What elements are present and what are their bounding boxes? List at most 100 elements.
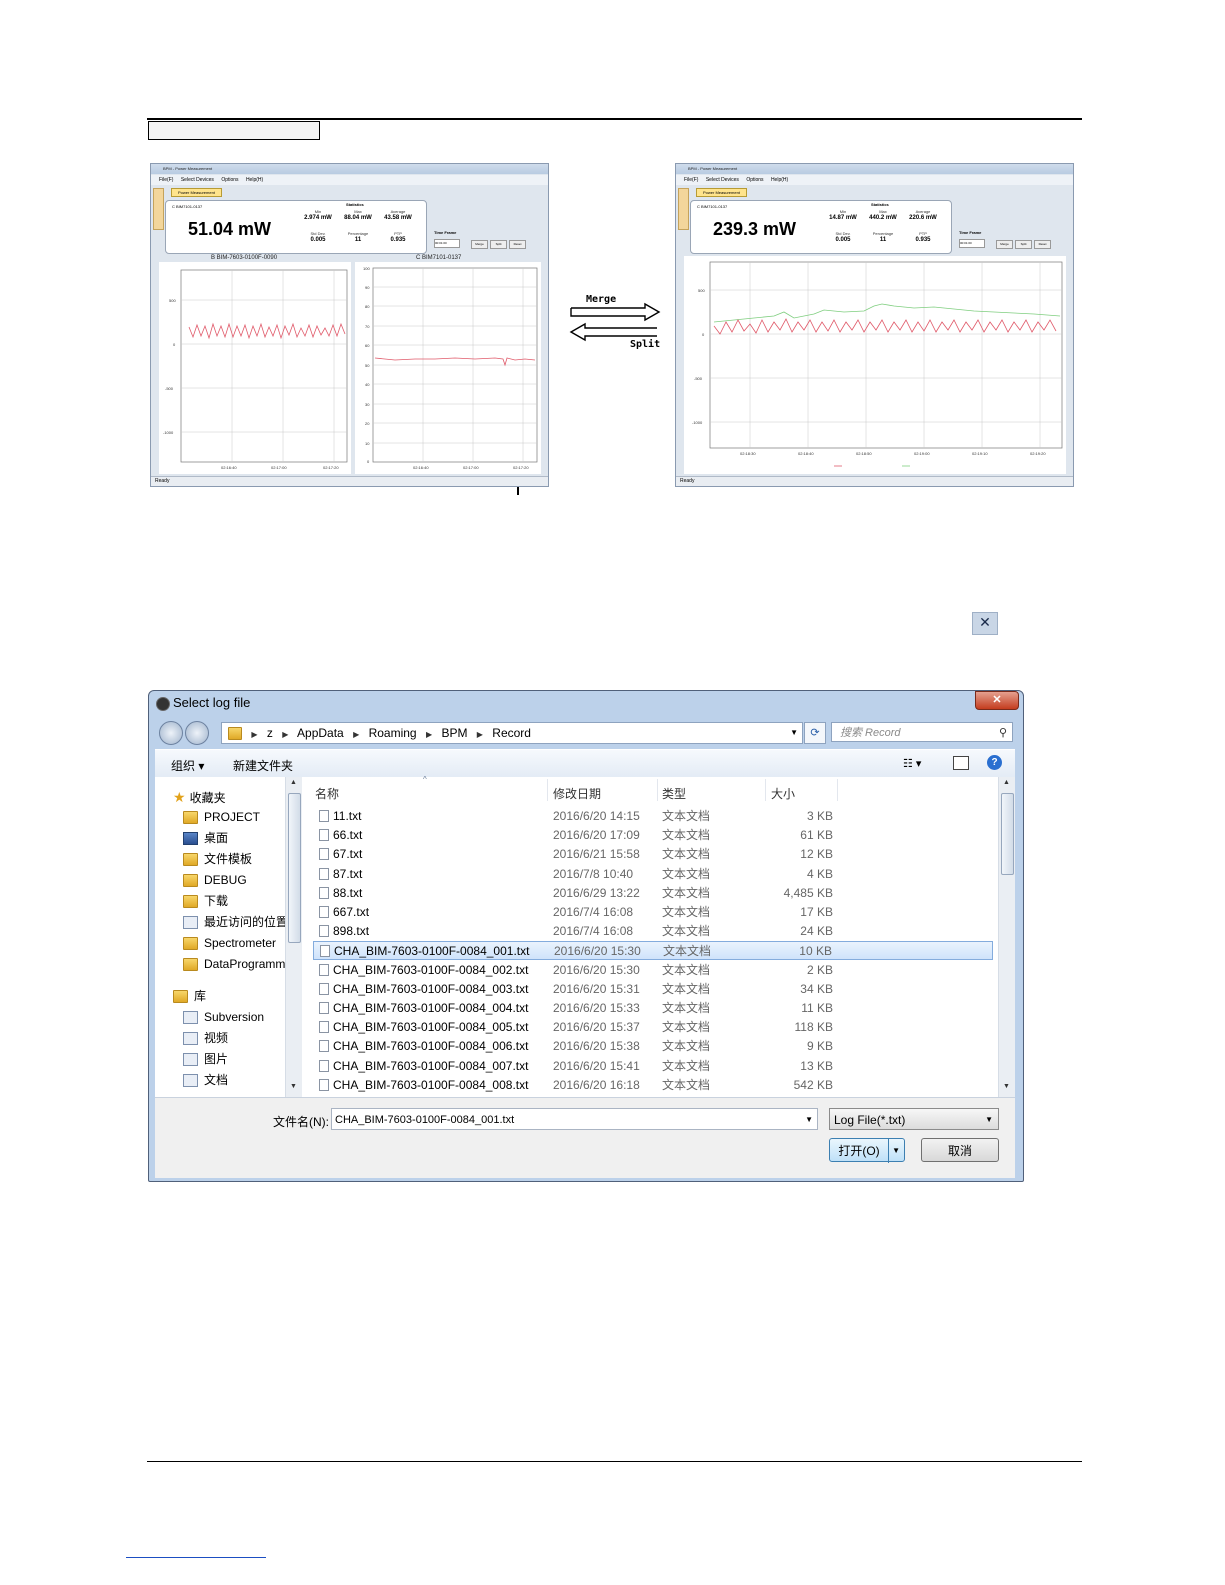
search-input[interactable]: 搜索 Record ⚲ bbox=[831, 722, 1013, 742]
time-frame-select[interactable]: 00:01:00 bbox=[959, 239, 985, 248]
nav-favorites[interactable]: ★ 收藏夹 bbox=[173, 787, 226, 807]
address-bar[interactable]: ▶ z ▶ AppData ▶ Roaming ▶ BPM ▶ Record ▼ bbox=[221, 722, 803, 744]
column-header-type[interactable]: 类型 bbox=[662, 785, 686, 802]
nav-item-downloads[interactable]: 下载 bbox=[183, 891, 228, 911]
menu-help[interactable]: Help(H) bbox=[246, 177, 263, 183]
back-button[interactable] bbox=[159, 721, 183, 745]
nav-item-recent[interactable]: 最近访问的位置 bbox=[183, 912, 288, 932]
nav-libraries[interactable]: 库 bbox=[173, 986, 206, 1006]
nav-item-project[interactable]: PROJECT bbox=[183, 807, 260, 827]
scroll-thumb[interactable] bbox=[288, 793, 301, 943]
file-row[interactable]: 11.txt 2016/6/20 14:15 文本文档 3 KB bbox=[313, 807, 993, 826]
column-header-size[interactable]: 大小 bbox=[771, 785, 795, 802]
file-date: 2016/6/20 15:37 bbox=[553, 1020, 640, 1035]
filename-input[interactable]: CHA_BIM-7603-0100F-0084_001.txt ▼ bbox=[331, 1108, 818, 1130]
nav-item-documents[interactable]: 文档 bbox=[183, 1070, 228, 1090]
file-row[interactable]: 898.txt 2016/7/4 16:08 文本文档 24 KB bbox=[313, 922, 993, 941]
split-button[interactable]: Split bbox=[490, 240, 507, 249]
column-separator[interactable] bbox=[547, 779, 548, 801]
menu-select-devices[interactable]: Select Devices bbox=[706, 177, 739, 183]
nav-item-subversion[interactable]: Subversion bbox=[183, 1007, 264, 1027]
file-row[interactable]: 88.txt 2016/6/29 13:22 文本文档 4,485 KB bbox=[313, 884, 993, 903]
chevron-down-icon[interactable]: ▼ bbox=[805, 1109, 813, 1131]
scroll-down-icon[interactable]: ▼ bbox=[1003, 1083, 1010, 1090]
organize-button[interactable]: 组织 ▾ bbox=[171, 757, 204, 774]
chevron-down-icon[interactable]: ▼ bbox=[888, 1139, 900, 1163]
file-list-scrollbar[interactable]: ▲ ▼ bbox=[998, 777, 1015, 1097]
file-row[interactable]: CHA_BIM-7603-0100F-0084_006.txt 2016/6/20… bbox=[313, 1037, 993, 1056]
column-header-name[interactable]: 名称 bbox=[315, 785, 339, 802]
view-options-icon[interactable]: ☷ ▾ bbox=[903, 757, 921, 770]
file-date: 2016/6/20 15:38 bbox=[553, 1039, 640, 1054]
side-handle[interactable] bbox=[678, 188, 689, 230]
file-row[interactable]: 67.txt 2016/6/21 15:58 文本文档 12 KB bbox=[313, 845, 993, 864]
search-icon[interactable]: ⚲ bbox=[999, 723, 1007, 743]
picture-icon bbox=[183, 1053, 198, 1067]
svg-text:02:17:20: 02:17:20 bbox=[323, 465, 339, 470]
menu-file[interactable]: File(F) bbox=[159, 177, 173, 183]
cancel-button[interactable]: 取消 bbox=[921, 1138, 999, 1162]
download-folder-icon bbox=[183, 895, 198, 909]
menu-options[interactable]: Options bbox=[746, 177, 763, 183]
file-row[interactable]: CHA_BIM-7603-0100F-0084_007.txt 2016/6/20… bbox=[313, 1057, 993, 1076]
nav-scrollbar[interactable]: ▲ ▼ bbox=[285, 777, 302, 1097]
tab-power-measurement[interactable]: Power Measurement bbox=[171, 188, 222, 197]
tab-power-measurement[interactable]: Power Measurement bbox=[696, 188, 747, 197]
nav-item-videos[interactable]: 视频 bbox=[183, 1028, 228, 1048]
nav-item-dataprogramm[interactable]: DataProgramm bbox=[183, 954, 285, 974]
chevron-down-icon[interactable]: ▼ bbox=[790, 723, 798, 743]
reset-button[interactable]: Reset bbox=[509, 240, 526, 249]
file-row[interactable]: 66.txt 2016/6/20 17:09 文本文档 61 KB bbox=[313, 826, 993, 845]
breadcrumb-appdata[interactable]: AppData bbox=[297, 726, 344, 740]
file-name: 898.txt bbox=[333, 924, 370, 939]
file-row[interactable]: CHA_BIM-7603-0100F-0084_005.txt 2016/6/20… bbox=[313, 1018, 993, 1037]
file-row[interactable]: CHA_BIM-7603-0100F-0084_008.txt 2016/6/20… bbox=[313, 1076, 993, 1095]
filetype-select[interactable]: Log File(*.txt) ▼ bbox=[829, 1108, 999, 1130]
preview-pane-icon[interactable] bbox=[953, 756, 969, 770]
merge-button[interactable]: Merge bbox=[471, 240, 488, 249]
scroll-up-icon[interactable]: ▲ bbox=[1003, 779, 1010, 786]
chevron-right-icon: ▶ bbox=[353, 730, 360, 739]
column-separator[interactable] bbox=[837, 779, 838, 801]
dialog-close-button[interactable]: ✕ bbox=[975, 691, 1019, 710]
merge-button[interactable]: Merge bbox=[996, 240, 1013, 249]
nav-item-templates[interactable]: 文件模板 bbox=[183, 849, 252, 869]
file-row[interactable]: CHA_BIM-7603-0100F-0084_003.txt 2016/6/20… bbox=[313, 980, 993, 999]
menu-file[interactable]: File(F) bbox=[684, 177, 698, 183]
column-header-date[interactable]: 修改日期 bbox=[553, 785, 601, 802]
column-separator[interactable] bbox=[657, 779, 658, 801]
scroll-down-icon[interactable]: ▼ bbox=[290, 1083, 297, 1090]
forward-button[interactable] bbox=[185, 721, 209, 745]
time-frame-select[interactable]: 00:01:00 bbox=[434, 239, 460, 248]
file-row[interactable]: CHA_BIM-7603-0100F-0084_001.txt 2016/6/20… bbox=[313, 941, 993, 961]
scroll-thumb[interactable] bbox=[1001, 793, 1014, 875]
column-separator[interactable] bbox=[765, 779, 766, 801]
nav-item-debug[interactable]: DEBUG bbox=[183, 870, 247, 890]
help-icon[interactable]: ? bbox=[987, 755, 1002, 770]
file-row[interactable]: 667.txt 2016/7/4 16:08 文本文档 17 KB bbox=[313, 903, 993, 922]
nav-label: DEBUG bbox=[204, 873, 247, 887]
refresh-icon[interactable]: ⟳ bbox=[804, 722, 826, 744]
menu-help[interactable]: Help(H) bbox=[771, 177, 788, 183]
nav-item-desktop[interactable]: 桌面 bbox=[183, 828, 228, 848]
menu-select-devices[interactable]: Select Devices bbox=[181, 177, 214, 183]
menu-options[interactable]: Options bbox=[221, 177, 238, 183]
new-folder-button[interactable]: 新建文件夹 bbox=[233, 757, 293, 774]
file-row[interactable]: 87.txt 2016/7/8 10:40 文本文档 4 KB bbox=[313, 865, 993, 884]
reset-button[interactable]: Reset bbox=[1034, 240, 1051, 249]
nav-item-spectrometer[interactable]: Spectrometer bbox=[183, 933, 276, 953]
breadcrumb-roaming[interactable]: Roaming bbox=[369, 726, 417, 740]
breadcrumb-bpm[interactable]: BPM bbox=[441, 726, 467, 740]
file-row[interactable]: CHA_BIM-7603-0100F-0084_002.txt 2016/6/20… bbox=[313, 961, 993, 980]
split-button[interactable]: Split bbox=[1015, 240, 1032, 249]
breadcrumb-record[interactable]: Record bbox=[492, 726, 531, 740]
nav-item-pictures[interactable]: 图片 bbox=[183, 1049, 228, 1069]
side-handle[interactable] bbox=[153, 188, 164, 230]
open-button[interactable]: 打开(O) ▼ bbox=[829, 1138, 905, 1163]
scroll-up-icon[interactable]: ▲ bbox=[290, 779, 297, 786]
dialog-footer: 文件名(N): CHA_BIM-7603-0100F-0084_001.txt … bbox=[155, 1097, 1015, 1178]
stat-avg-value: 43.58 mW bbox=[384, 215, 412, 221]
file-row[interactable]: CHA_BIM-7603-0100F-0084_004.txt 2016/6/20… bbox=[313, 999, 993, 1018]
breadcrumb-z[interactable]: z bbox=[267, 726, 273, 740]
close-icon[interactable]: ✕ bbox=[972, 612, 998, 635]
